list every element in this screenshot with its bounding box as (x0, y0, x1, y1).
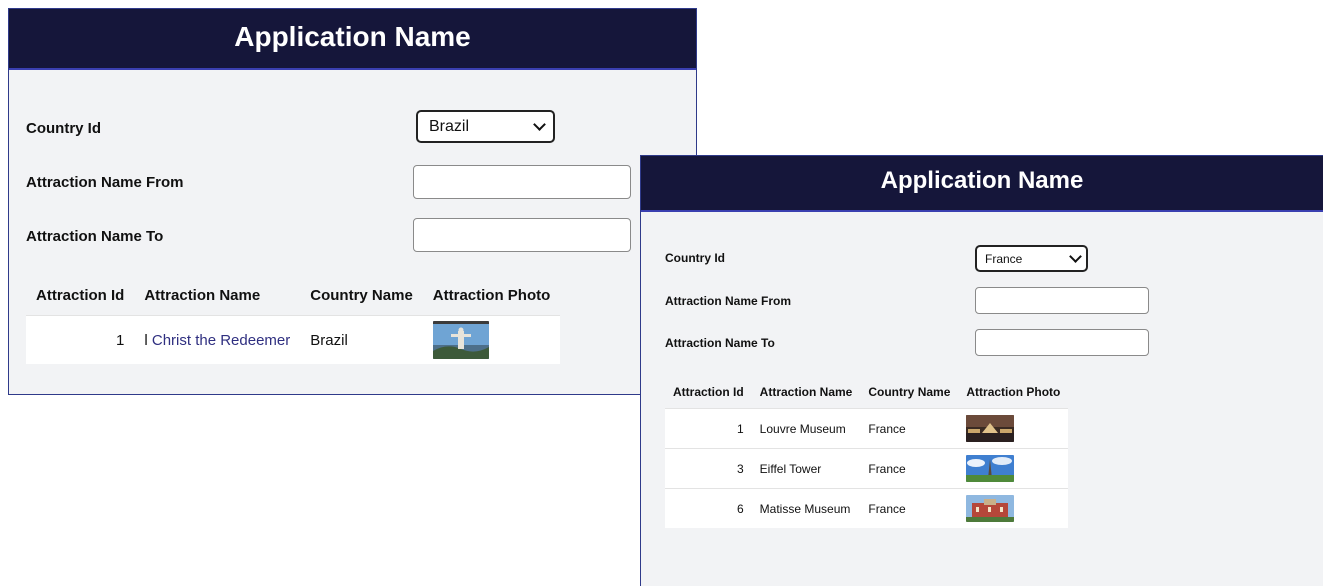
country-id-select[interactable]: France (975, 245, 1088, 272)
attraction-name-to-input[interactable] (975, 329, 1149, 356)
app-header: Application Name (641, 156, 1323, 212)
attraction-photo-cell (958, 408, 1069, 449)
attraction-name-to-input[interactable] (413, 218, 631, 252)
column-attraction-id[interactable]: Attraction Id (665, 376, 752, 409)
column-attraction-name[interactable]: Attraction Name (751, 376, 861, 409)
app-window-france: Application Name Country Id France Attra… (640, 155, 1323, 586)
attraction-photo-cell (958, 488, 1069, 528)
attraction-name-cell: l Christ the Redeemer (134, 315, 301, 364)
attractions-grid: Attraction Id Attraction Name Country Na… (665, 376, 1069, 528)
attraction-name-to-label: Attraction Name To (26, 228, 164, 245)
country-name-cell: France (860, 488, 959, 528)
country-name-cell: France (860, 408, 959, 449)
grid-header-row: Attraction Id Attraction Name Country Na… (665, 376, 1069, 409)
column-attraction-name[interactable]: Attraction Name (134, 275, 301, 316)
column-attraction-id[interactable]: Attraction Id (26, 275, 135, 316)
country-name-cell: Brazil (300, 315, 423, 364)
louvre-photo (966, 415, 1015, 442)
app-window-brazil: Application Name Country Id Brazil Attra… (8, 8, 697, 395)
table-row[interactable]: 1 l Christ the Redeemer Brazil (26, 315, 561, 364)
column-attraction-photo[interactable]: Attraction Photo (422, 275, 561, 316)
chevron-down-icon (533, 118, 546, 131)
table-row[interactable]: 1 Louvre Museum France (665, 408, 1069, 449)
country-id-value: France (985, 251, 1023, 266)
country-id-select[interactable]: Brazil (416, 110, 555, 143)
attraction-name-cell: Matisse Museum (751, 488, 861, 528)
attraction-name-from-input[interactable] (975, 287, 1149, 314)
country-id-label: Country Id (665, 251, 725, 265)
attraction-name-cell: Eiffel Tower (751, 448, 861, 489)
attraction-photo-cell (422, 315, 561, 364)
attraction-name-prefix: l (144, 331, 148, 349)
table-row[interactable]: 6 Matisse Museum France (665, 488, 1069, 528)
attraction-id-cell: 1 (665, 408, 752, 449)
attraction-name-from-input[interactable] (413, 165, 631, 199)
column-country-name[interactable]: Country Name (860, 376, 959, 409)
app-header: Application Name (9, 9, 696, 70)
country-name-cell: France (860, 448, 959, 489)
attraction-id-cell: 1 (26, 315, 135, 364)
table-row[interactable]: 3 Eiffel Tower France (665, 448, 1069, 489)
attraction-name-link[interactable]: Christ the Redeemer (152, 332, 290, 349)
matisse-photo (966, 495, 1015, 522)
column-attraction-photo[interactable]: Attraction Photo (958, 376, 1069, 409)
country-id-label: Country Id (26, 120, 101, 137)
attraction-name-cell: Louvre Museum (751, 408, 861, 449)
attraction-photo-cell (958, 448, 1069, 489)
attraction-id-cell: 3 (665, 448, 752, 489)
christ-redeemer-photo (432, 321, 489, 359)
chevron-down-icon (1069, 250, 1082, 263)
grid-header-row: Attraction Id Attraction Name Country Na… (26, 275, 561, 316)
eiffel-photo (966, 455, 1015, 482)
attraction-id-cell: 6 (665, 488, 752, 528)
attraction-name-from-label: Attraction Name From (665, 294, 792, 308)
column-country-name[interactable]: Country Name (300, 275, 423, 316)
attractions-grid: Attraction Id Attraction Name Country Na… (26, 275, 561, 364)
attraction-name-to-label: Attraction Name To (665, 336, 775, 350)
attraction-name-from-label: Attraction Name From (26, 174, 184, 191)
country-id-value: Brazil (429, 117, 470, 135)
